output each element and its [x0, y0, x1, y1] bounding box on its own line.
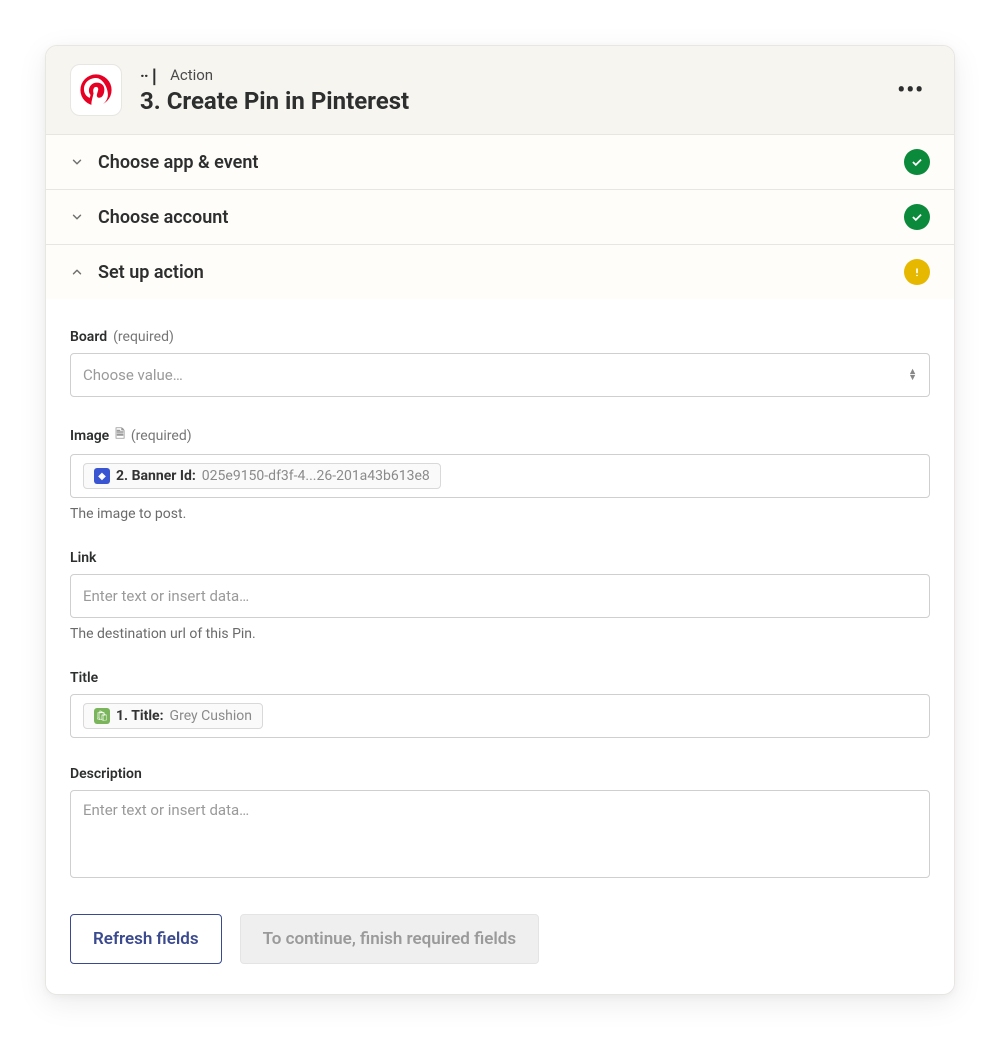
section-choose-app-event: Choose app & event — [46, 135, 954, 190]
chevron-down-icon — [70, 210, 84, 224]
title-pill-value: Grey Cushion — [170, 708, 252, 724]
refresh-fields-button[interactable]: Refresh fields — [70, 914, 222, 964]
board-required: (required) — [113, 329, 174, 345]
field-link: Link The destination url of this Pin. — [70, 550, 930, 642]
image-label: Image — [70, 428, 109, 444]
section-title: Set up action — [98, 262, 904, 283]
action-card: ··❘ Action 3. Create Pin in Pinterest ••… — [45, 45, 955, 995]
continue-button-disabled: To continue, finish required fields — [240, 914, 540, 964]
description-label: Description — [70, 766, 142, 782]
select-sort-icon: ▲▼ — [908, 369, 917, 381]
title-label: Title — [70, 670, 98, 686]
image-required: (required) — [131, 428, 192, 444]
link-input-wrap — [70, 574, 930, 618]
description-input-wrap — [70, 790, 930, 878]
action-title: 3. Create Pin in Pinterest — [140, 87, 891, 115]
board-label: Board — [70, 329, 107, 345]
doc-icon: 🗎 — [115, 425, 125, 446]
chevron-up-icon — [70, 265, 84, 279]
image-pill-label: 2. Banner Id: — [116, 468, 196, 484]
field-description: Description — [70, 766, 930, 878]
section-title: Choose app & event — [98, 152, 904, 173]
button-row: Refresh fields To continue, finish requi… — [70, 914, 930, 964]
section-head-app-event[interactable]: Choose app & event — [46, 135, 954, 189]
image-pill-value: 025e9150-df3f-4...26-201a43b613e8 — [202, 468, 430, 484]
title-input[interactable]: 🛍 1. Title: Grey Cushion — [70, 694, 930, 738]
description-input[interactable] — [83, 799, 917, 869]
section-head-setup[interactable]: Set up action — [46, 245, 954, 299]
title-pill[interactable]: 🛍 1. Title: Grey Cushion — [83, 703, 263, 729]
action-path-icon: ··❘ — [140, 66, 160, 85]
section-choose-account: Choose account — [46, 190, 954, 245]
field-title: Title 🛍 1. Title: Grey Cushion — [70, 670, 930, 738]
status-success-icon — [904, 204, 930, 230]
action-kicker: Action — [170, 66, 213, 84]
header-text: ··❘ Action 3. Create Pin in Pinterest — [140, 66, 891, 115]
more-menu-button[interactable]: ••• — [891, 72, 930, 109]
image-help: The image to post. — [70, 506, 930, 522]
status-success-icon — [904, 149, 930, 175]
status-warning-icon — [904, 259, 930, 285]
section-title: Choose account — [98, 207, 904, 228]
image-pill[interactable]: ◆ 2. Banner Id: 025e9150-df3f-4...26-201… — [83, 463, 441, 489]
link-label: Link — [70, 550, 96, 566]
section-setup-action: Set up action Board (required) Choose va… — [46, 245, 954, 994]
setup-body: Board (required) Choose value… ▲▼ Image … — [46, 299, 954, 994]
field-image: Image 🗎 (required) ◆ 2. Banner Id: 025e9… — [70, 425, 930, 522]
bannerbear-icon: ◆ — [94, 468, 110, 484]
field-board: Board (required) Choose value… ▲▼ — [70, 329, 930, 397]
title-pill-label: 1. Title: — [116, 708, 164, 724]
link-input[interactable] — [83, 585, 917, 607]
image-input[interactable]: ◆ 2. Banner Id: 025e9150-df3f-4...26-201… — [70, 454, 930, 498]
link-help: The destination url of this Pin. — [70, 626, 930, 642]
pinterest-icon — [70, 64, 122, 116]
chevron-down-icon — [70, 155, 84, 169]
board-select[interactable]: Choose value… ▲▼ — [70, 353, 930, 397]
shopify-icon: 🛍 — [94, 708, 110, 724]
section-head-account[interactable]: Choose account — [46, 190, 954, 244]
board-placeholder: Choose value… — [83, 366, 183, 384]
card-header: ··❘ Action 3. Create Pin in Pinterest ••… — [46, 46, 954, 135]
